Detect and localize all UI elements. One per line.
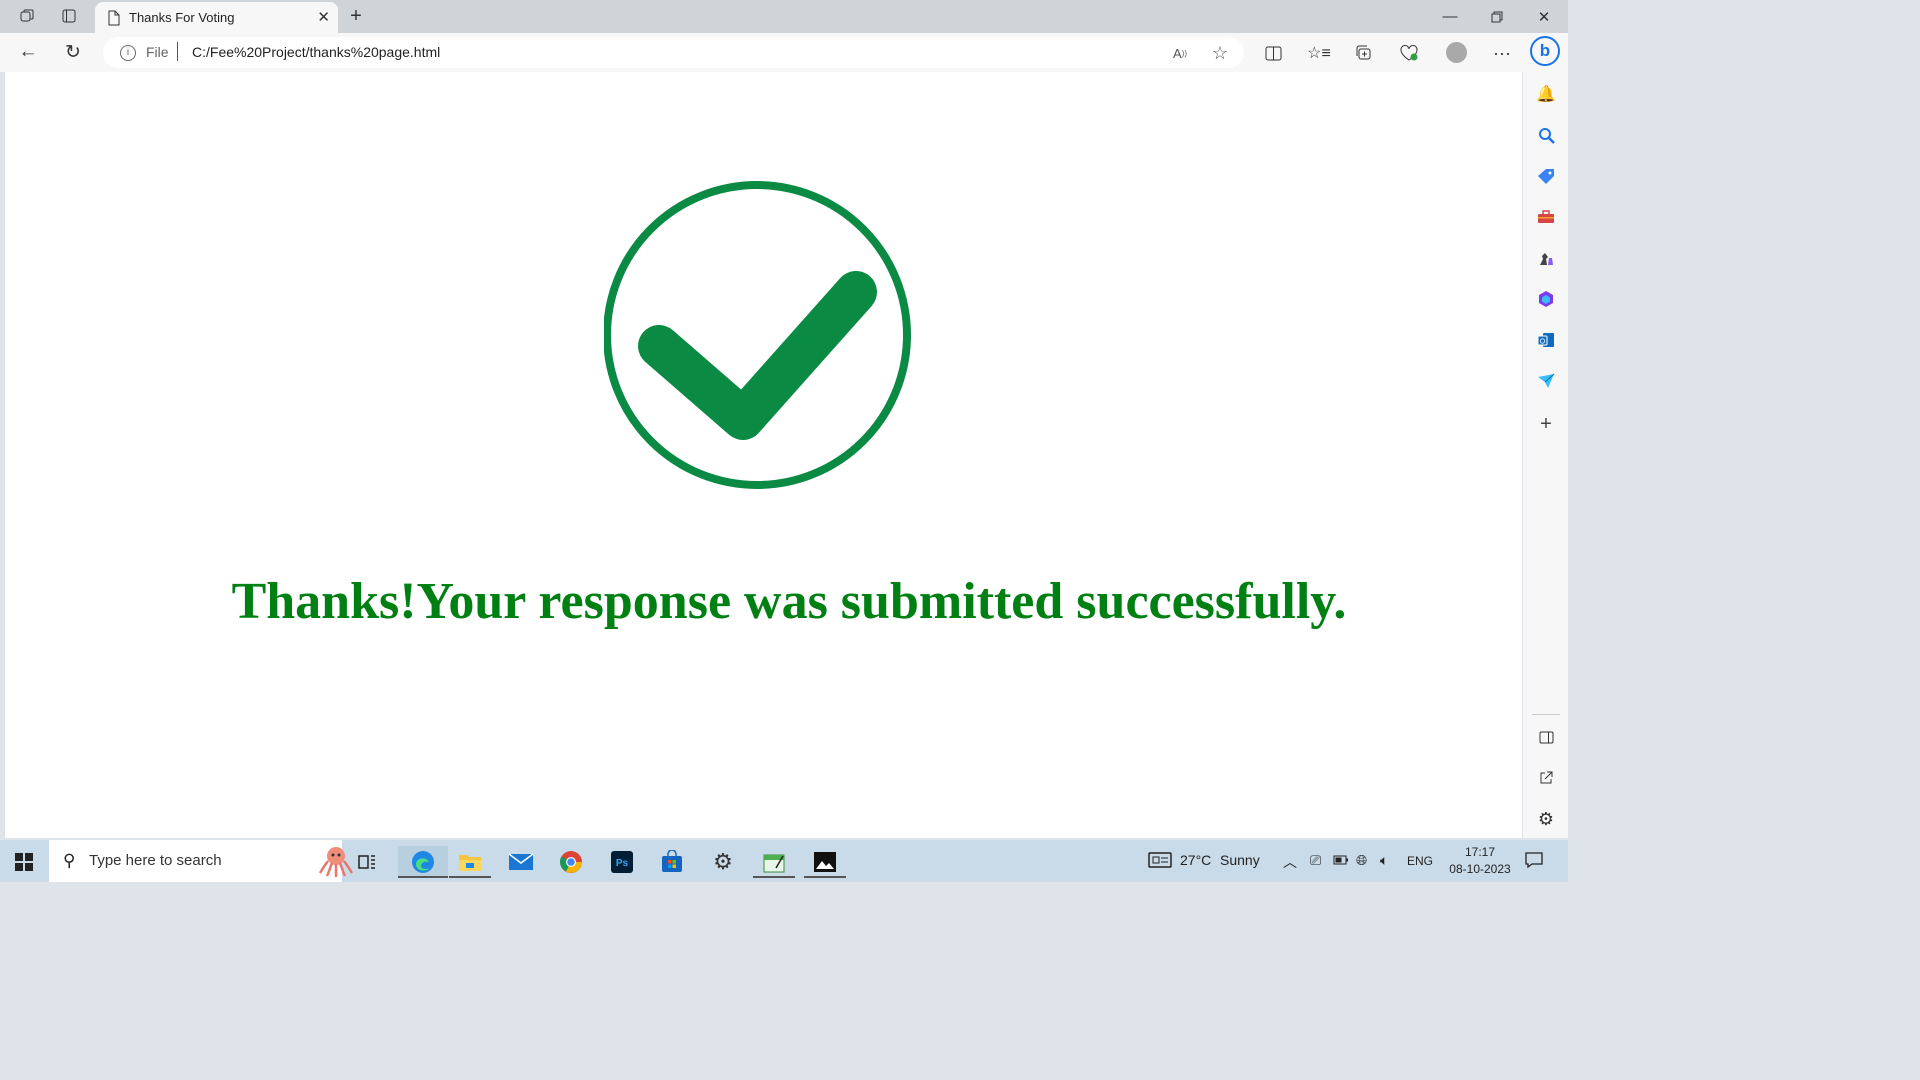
mail-icon[interactable] xyxy=(501,846,541,878)
clock-time: 17:17 xyxy=(1464,845,1496,859)
tab-thanks-for-voting[interactable]: Thanks For Voting ✕ xyxy=(95,2,338,33)
svg-text:O: O xyxy=(1540,339,1546,346)
language-indicator[interactable]: ENG xyxy=(1407,854,1433,868)
chrome-icon[interactable] xyxy=(551,846,591,878)
refresh-icon[interactable]: ↻ xyxy=(59,39,87,65)
favorites-icon[interactable]: ☆≡ xyxy=(1305,40,1333,66)
windows-start-icon[interactable] xyxy=(15,853,33,871)
favorite-star-icon[interactable]: ☆ xyxy=(1209,42,1231,64)
network-globe-icon[interactable]: 🌐︎ xyxy=(1356,852,1367,869)
games-icon[interactable] xyxy=(1533,245,1559,271)
file-explorer-icon[interactable] xyxy=(449,846,491,878)
search-icon[interactable] xyxy=(1533,122,1559,148)
url-text[interactable]: C:/Fee%20Project/thanks%20page.html xyxy=(192,44,440,60)
restore-icon[interactable] xyxy=(1474,0,1520,33)
tab-strip: Thanks For Voting ✕ + — ✕ xyxy=(0,0,1568,33)
active-indicator xyxy=(804,876,846,878)
weather-temperature: 27°C xyxy=(1180,852,1212,868)
weather-condition: Sunny xyxy=(1220,852,1260,868)
browser-essentials-icon[interactable] xyxy=(1395,40,1423,66)
web-page xyxy=(5,72,1522,838)
photos-icon[interactable] xyxy=(804,846,846,878)
svg-text:Ps: Ps xyxy=(616,858,629,869)
meet-now-icon[interactable]: ⎚ xyxy=(1310,852,1321,869)
volume-icon[interactable]: 🔈︎ xyxy=(1380,852,1388,869)
split-screen-icon[interactable] xyxy=(1259,40,1287,66)
sidebar-settings-icon[interactable]: ⚙ xyxy=(1533,806,1559,832)
notepad-icon[interactable] xyxy=(753,846,795,878)
microsoft-store-icon[interactable] xyxy=(652,846,692,878)
tab-actions-icon[interactable] xyxy=(55,4,83,28)
address-separator xyxy=(177,42,178,61)
more-options-icon[interactable]: ··· xyxy=(1488,40,1516,66)
task-view-icon[interactable] xyxy=(347,846,387,878)
close-window-icon[interactable]: ✕ xyxy=(1521,0,1567,33)
edge-taskbar-icon[interactable] xyxy=(398,846,448,878)
search-icon: ⚲ xyxy=(63,851,76,870)
active-indicator xyxy=(753,876,795,878)
page-icon xyxy=(108,10,120,25)
outlook-icon[interactable]: O xyxy=(1533,327,1559,353)
search-placeholder: Type here to search xyxy=(89,852,222,869)
bell-icon[interactable]: 🔔 xyxy=(1533,81,1559,107)
back-icon[interactable]: ← xyxy=(14,39,42,65)
settings-icon[interactable]: ⚙ xyxy=(703,846,743,878)
show-hidden-icons-chevron-icon[interactable]: ︿ xyxy=(1283,852,1297,872)
windows-taskbar: ⚲ Type here to search Ps ⚙ 27°C Sunny ︿ … xyxy=(0,840,1568,882)
notification-center-icon[interactable] xyxy=(1525,852,1543,871)
send-icon[interactable] xyxy=(1533,368,1559,394)
active-indicator xyxy=(449,876,491,878)
weather-icon[interactable] xyxy=(1148,852,1172,871)
external-link-icon[interactable] xyxy=(1533,765,1559,791)
collections-icon[interactable] xyxy=(1350,40,1378,66)
read-aloud-icon[interactable]: A)) xyxy=(1169,42,1191,64)
tab-title: Thanks For Voting xyxy=(129,10,235,25)
shopping-tag-icon[interactable] xyxy=(1533,163,1559,189)
profile-avatar[interactable] xyxy=(1446,42,1467,63)
minimize-icon[interactable]: — xyxy=(1427,0,1473,33)
hide-sidebar-icon[interactable] xyxy=(1533,724,1559,750)
close-tab-icon[interactable]: ✕ xyxy=(317,8,330,26)
photoshop-icon[interactable]: Ps xyxy=(602,846,642,878)
clock[interactable]: 17:17 08-10-2023 xyxy=(1445,844,1515,878)
taskbar-search-box[interactable]: ⚲ Type here to search xyxy=(49,840,353,882)
success-message: Thanks!Your response was submitted succe… xyxy=(231,573,1347,630)
tools-icon[interactable] xyxy=(1533,204,1559,230)
active-indicator xyxy=(398,876,448,878)
scheme-label: File xyxy=(146,44,169,60)
success-check-icon xyxy=(603,181,914,491)
new-tab-icon[interactable]: + xyxy=(342,4,370,28)
battery-icon[interactable] xyxy=(1333,852,1349,868)
add-icon[interactable]: + xyxy=(1533,411,1559,437)
workspaces-icon[interactable] xyxy=(13,4,41,28)
clock-date: 08-10-2023 xyxy=(1449,862,1511,876)
info-icon[interactable]: i xyxy=(120,45,136,61)
address-bar[interactable]: i File C:/Fee%20Project/thanks%20page.ht… xyxy=(103,37,1244,68)
microsoft-365-icon[interactable] xyxy=(1533,286,1559,312)
sidebar-divider xyxy=(1532,714,1560,715)
bing-chat-icon[interactable]: b xyxy=(1530,36,1560,66)
edge-sidebar: 🔔 O + ⚙ xyxy=(1523,72,1568,838)
